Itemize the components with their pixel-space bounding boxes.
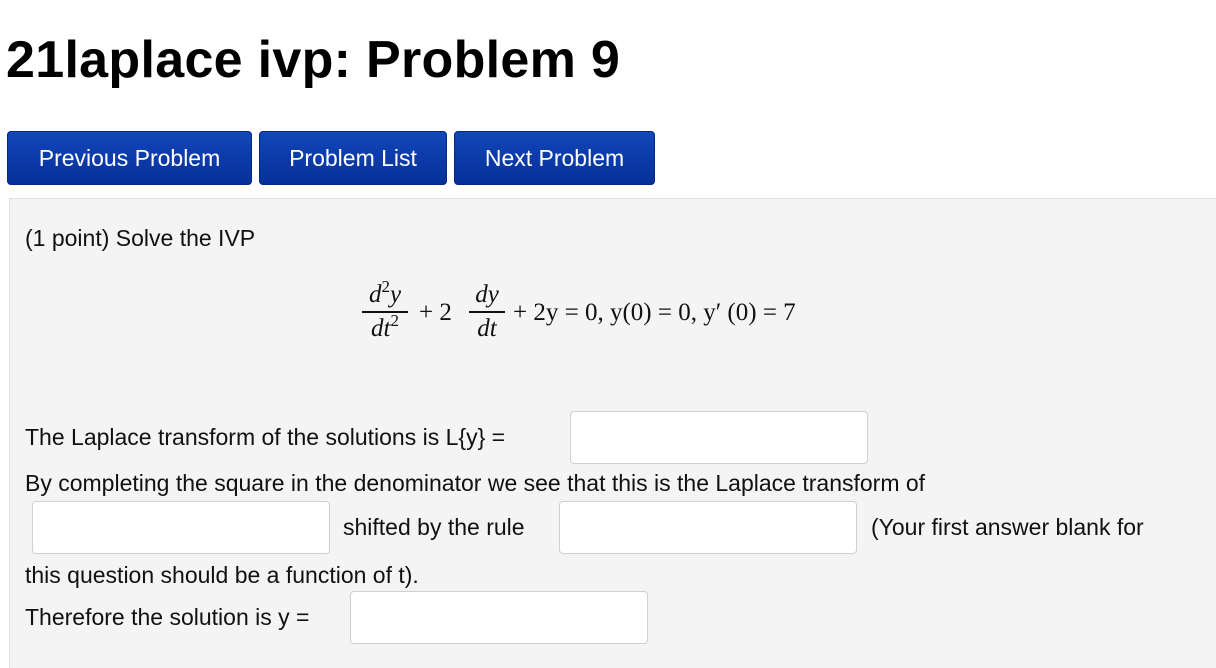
shifted-rule-label: shifted by the rule [343, 514, 525, 540]
next-problem-button[interactable]: Next Problem [454, 131, 655, 185]
completing-square-text: By completing the square in the denomina… [25, 470, 926, 496]
shift-rule-input[interactable] [559, 501, 857, 554]
problem-panel: (1 point) Solve the IVP d2y dt2 + 2 dy d… [9, 198, 1216, 668]
solution-input[interactable] [350, 591, 648, 644]
function-of-t-note: this question should be a function of t)… [25, 562, 419, 588]
laplace-answer-input[interactable] [570, 411, 868, 464]
plus-two: + 2 [419, 299, 452, 326]
solution-label: Therefore the solution is y = [25, 604, 310, 630]
function-of-t-input[interactable] [32, 501, 330, 554]
equation-remainder: + 2y = 0, y(0) = 0, y′ (0) = 7 [513, 299, 796, 326]
previous-problem-button[interactable]: Previous Problem [7, 131, 252, 185]
laplace-transform-label: The Laplace transform of the solutions i… [25, 424, 506, 450]
first-answer-note: (Your first answer blank for [871, 514, 1144, 540]
first-derivative-fraction: dy dt [469, 281, 505, 343]
second-derivative-fraction: d2y dt2 [362, 278, 408, 343]
problem-list-button[interactable]: Problem List [259, 131, 447, 185]
page-title: 21laplace ivp: Problem 9 [6, 31, 621, 89]
